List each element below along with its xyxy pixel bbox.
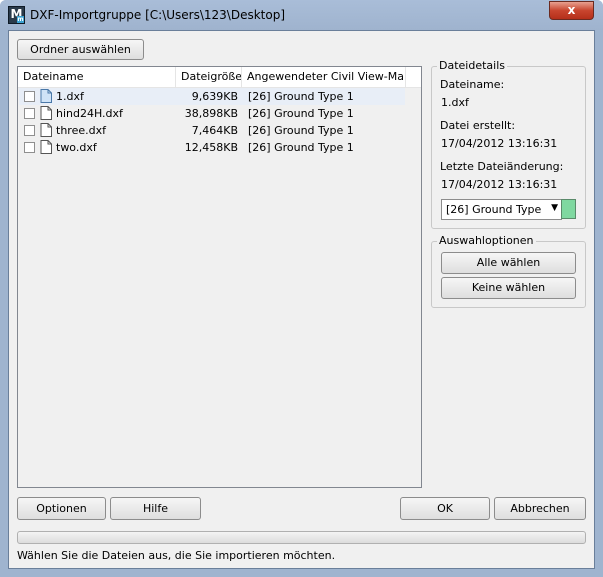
row-checkbox[interactable] [24, 91, 35, 102]
select-none-button[interactable]: Keine wählen [441, 277, 576, 299]
select-all-button[interactable]: Alle wählen [441, 252, 576, 274]
table-row[interactable]: hind24H.dxf 38,898KB [26] Ground Type 1 [19, 105, 405, 122]
row-filename: three.dxf [56, 124, 106, 137]
modified-label: Letzte Dateiänderung: [440, 160, 564, 173]
row-style: [26] Ground Type 1 [248, 90, 354, 103]
row-filesize: 9,639KB [191, 90, 238, 103]
status-text: Wählen Sie die Dateien aus, die Sie impo… [17, 549, 336, 562]
help-button[interactable]: Hilfe [110, 497, 201, 520]
table-row[interactable]: 1.dxf 9,639KB [26] Ground Type 1 [19, 88, 405, 105]
cancel-button[interactable]: Abbrechen [494, 497, 586, 520]
chevron-down-icon: ▼ [551, 203, 558, 213]
column-header-style[interactable]: Angewendeter Civil View-Ma... [242, 67, 406, 87]
modified-value: 17/04/2012 13:16:31 [441, 178, 558, 191]
filename-value: 1.dxf [441, 96, 469, 109]
row-filesize: 12,458KB [184, 141, 238, 154]
row-filename: hind24H.dxf [56, 107, 123, 120]
row-checkbox[interactable] [24, 142, 35, 153]
filename-label: Dateiname: [440, 78, 505, 91]
selection-options-group-label: Auswahloptionen [437, 234, 536, 247]
row-filename: two.dxf [56, 141, 97, 154]
style-dropdown[interactable]: [26] Ground Type 1 ▼ [441, 199, 562, 220]
row-checkbox[interactable] [24, 125, 35, 136]
file-list[interactable]: Dateiname Dateigröße Angewendeter Civil … [17, 66, 422, 488]
select-folder-button[interactable]: Ordner auswählen [17, 39, 144, 60]
document-icon [40, 106, 52, 120]
row-filename: 1.dxf [56, 90, 84, 103]
app-logo-sub: m [17, 16, 24, 23]
created-label: Datei erstellt: [440, 119, 516, 132]
column-header-filename[interactable]: Dateiname [18, 67, 176, 87]
document-icon [40, 89, 52, 103]
window-title: DXF-Importgruppe [C:\Users\123\Desktop] [30, 8, 286, 22]
row-style: [26] Ground Type 1 [248, 141, 354, 154]
style-color-swatch[interactable] [561, 199, 576, 219]
close-icon: x [567, 3, 576, 17]
created-value: 17/04/2012 13:16:31 [441, 137, 558, 150]
row-style: [26] Ground Type 1 [248, 124, 354, 137]
app-logo-icon: M m [8, 6, 25, 24]
table-row[interactable]: three.dxf 7,464KB [26] Ground Type 1 [19, 122, 405, 139]
style-dropdown-value: [26] Ground Type 1 [446, 203, 542, 216]
progress-bar [17, 531, 586, 544]
dialog-body: Ordner auswählen Dateiname Dateigröße An… [8, 30, 595, 569]
column-header-filesize[interactable]: Dateigröße [176, 67, 242, 87]
row-filesize: 38,898KB [184, 107, 238, 120]
row-style: [26] Ground Type 1 [248, 107, 354, 120]
close-button[interactable]: x [549, 1, 594, 20]
options-button[interactable]: Optionen [17, 497, 106, 520]
row-filesize: 7,464KB [191, 124, 238, 137]
file-details-group-label: Dateidetails [437, 59, 507, 72]
dialog-window: M m DXF-Importgruppe [C:\Users\123\Deskt… [0, 0, 603, 577]
file-list-header: Dateiname Dateigröße Angewendeter Civil … [18, 67, 421, 88]
document-icon [40, 123, 52, 137]
table-row[interactable]: two.dxf 12,458KB [26] Ground Type 1 [19, 139, 405, 156]
row-checkbox[interactable] [24, 108, 35, 119]
ok-button[interactable]: OK [400, 497, 490, 520]
document-icon [40, 140, 52, 154]
title-bar[interactable]: M m DXF-Importgruppe [C:\Users\123\Deskt… [0, 0, 603, 30]
